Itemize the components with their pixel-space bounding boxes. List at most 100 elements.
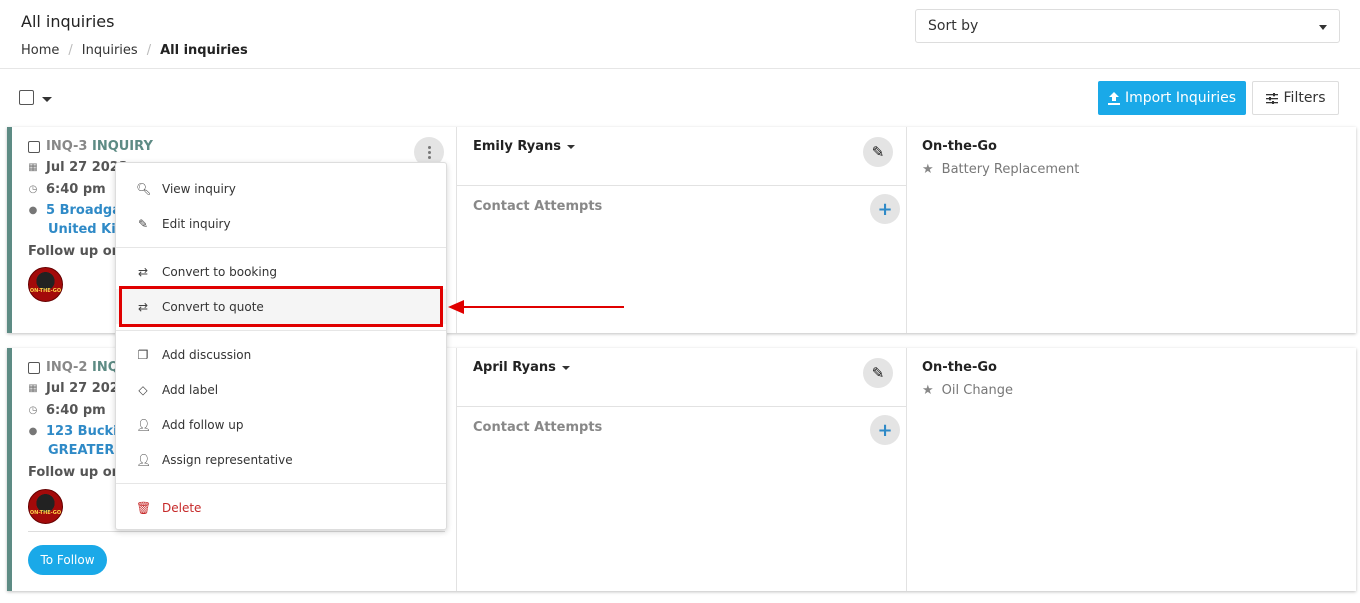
inquiry-code[interactable]: INQ-3 INQUIRY [46,139,153,154]
annotation-arrow-icon [448,300,464,314]
add-contact-attempt-button[interactable]: + [870,194,900,224]
inquiry-time: ◷ 6:40 pm [28,182,106,197]
star-icon: ★ [922,383,934,398]
menu-item-view-inquiry[interactable]: 🔍︎ View inquiry [116,171,446,206]
map-pin-icon: ● [28,426,38,437]
chevron-down-icon [567,144,576,149]
service-panel: On-the-Go ★ Battery Replacement [907,127,1356,333]
company-name: On-the-Go [922,360,997,375]
chat-icon: ❐ [137,347,149,362]
clock-icon: ◷ [28,184,38,195]
annotation-highlight-box [119,286,443,327]
sort-by-select[interactable]: Sort by [915,9,1340,43]
menu-item-edit-inquiry[interactable]: ✎ Edit inquiry [116,206,446,241]
bulk-actions-caret-icon[interactable] [42,97,52,102]
sliders-icon [1265,92,1278,104]
chevron-down-icon [561,365,570,370]
edit-customer-button[interactable]: ✎ [863,137,893,167]
breadcrumb-inquiries[interactable]: Inquiries [82,43,138,58]
filters-button[interactable]: Filters [1252,81,1339,115]
to-follow-button[interactable]: To Follow [28,545,107,575]
logo-text: ON-THE-GO [29,510,62,516]
plus-icon: + [877,419,893,441]
edit-customer-button[interactable]: ✎ [863,358,893,388]
service-item: ★ Battery Replacement [922,162,1079,177]
inquiry-address[interactable]: ● 5 Broadgat [28,203,128,218]
breadcrumb-separator: / [68,43,73,58]
customer-name[interactable]: April Ryans [473,360,570,375]
menu-item-add-discussion[interactable]: ❐ Add discussion [116,337,446,372]
breadcrumb-current: All inquiries [160,43,248,58]
page-title: All inquiries [21,12,115,31]
user-plus-icon: 👤︎ [136,417,152,432]
menu-divider [116,483,446,484]
tag-icon: ◇ [138,382,148,397]
annotation-arrow-line [462,306,624,308]
inquiry-id: INQ-3 [46,139,88,154]
plus-icon: + [877,198,893,220]
company-logo: ON-THE-GO [28,489,63,524]
menu-item-add-follow-up[interactable]: 👤︎ Add follow up [116,407,446,442]
service-name: Battery Replacement [941,162,1080,177]
menu-item-delete[interactable]: 🗑︎ Delete [116,490,446,525]
inquiry-context-menu: 🔍︎ View inquiry ✎ Edit inquiry ⇄ Convert… [115,162,447,530]
menu-item-convert-to-booking[interactable]: ⇄ Convert to booking [116,254,446,289]
divider [28,531,445,532]
divider [457,406,906,407]
menu-item-label: Edit inquiry [162,216,231,231]
menu-divider [116,247,446,248]
menu-item-label: Add label [162,382,219,397]
pencil-icon: ✎ [871,143,885,161]
calendar-icon: ▦ [28,162,38,173]
contact-attempts-label: Contact Attempts [473,420,603,435]
customer-name-text: Emily Ryans [473,139,562,154]
breadcrumb-separator: / [146,43,152,58]
menu-item-label: Convert to booking [162,264,277,279]
filters-label: Filters [1283,90,1326,106]
magnifier-doc-icon: 🔍︎ [136,181,152,196]
clock-icon: ◷ [28,405,38,416]
inquiry-date: ▦ Jul 27 2023 [28,381,128,396]
time-text: 6:40 pm [46,403,106,418]
edit-icon: ✎ [137,216,149,231]
address-line2[interactable]: United Kin [48,222,125,237]
menu-item-assign-representative[interactable]: 👤︎ Assign representative [116,442,446,477]
menu-item-label: View inquiry [162,181,236,196]
customer-panel: Emily Ryans ✎ Contact Attempts + [457,127,907,333]
service-item: ★ Oil Change [922,383,1013,398]
swap-icon: ⇄ [137,264,149,279]
company-name: On-the-Go [922,139,997,154]
pencil-icon: ✎ [871,364,885,382]
inquiry-date: ▦ Jul 27 2023 [28,160,128,175]
import-inquiries-button[interactable]: Import Inquiries [1098,81,1246,115]
menu-item-label: Assign representative [162,452,293,467]
follow-up-label: Follow up on [28,244,121,259]
map-pin-icon: ● [28,205,38,216]
service-name: Oil Change [941,383,1014,398]
customer-name[interactable]: Emily Ryans [473,139,576,154]
customer-name-text: April Ryans [473,360,556,375]
menu-divider [116,330,446,331]
inquiry-id: INQ-2 [46,360,88,375]
breadcrumb: Home / Inquiries / All inquiries [21,43,248,58]
star-icon: ★ [922,162,934,177]
contact-attempts-label: Contact Attempts [473,199,603,214]
sort-by-value: Sort by [928,18,979,34]
company-logo: ON-THE-GO [28,267,63,302]
select-all-checkbox[interactable] [19,90,34,105]
menu-item-add-label[interactable]: ◇ Add label [116,372,446,407]
inquiry-time: ◷ 6:40 pm [28,403,106,418]
divider [457,185,906,186]
upload-icon [1107,91,1120,105]
inquiry-checkbox[interactable] [28,362,40,374]
follow-up-label: Follow up on [28,465,121,480]
add-contact-attempt-button[interactable]: + [870,415,900,445]
import-inquiries-label: Import Inquiries [1124,90,1237,106]
customer-panel: April Ryans ✎ Contact Attempts + [457,348,907,591]
menu-item-label: Add follow up [162,417,244,432]
breadcrumb-home[interactable]: Home [21,43,59,58]
inquiry-checkbox[interactable] [28,141,40,153]
inquiry-address[interactable]: ● 123 Buckin [28,424,127,439]
inquiry-type: INQUIRY [91,139,153,154]
trash-icon: 🗑︎ [136,500,152,515]
